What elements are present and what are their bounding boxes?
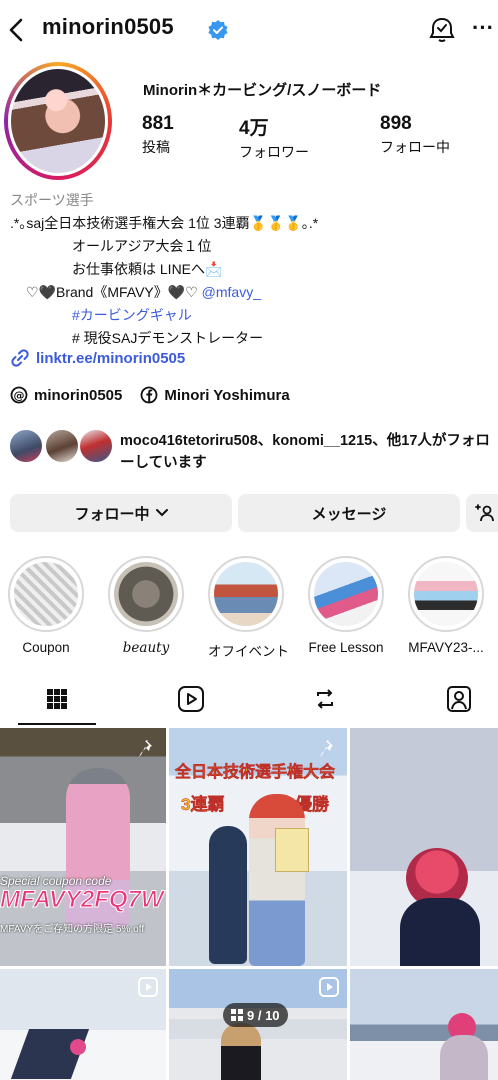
highlight-coupon[interactable]: Coupon [8,556,84,655]
highlight-cover [414,562,478,626]
avatar [8,428,44,464]
tab-posts-grid[interactable] [42,684,72,714]
bio-line: お仕事依頼は LINEへ📩 [72,261,223,277]
chevron-down-icon [155,509,168,517]
post-tile[interactable] [350,969,498,1080]
certificate [275,828,309,872]
snowboard [209,826,247,964]
stat-label: 投稿 [142,139,170,155]
verified-badge-icon [208,20,228,40]
post-figure [249,794,305,966]
back-button[interactable] [2,14,30,46]
tab-tagged[interactable] [444,684,474,714]
post-tile[interactable]: Special coupon code MFAVY2FQ7W MFAVYをご存知… [0,728,166,966]
tab-reels[interactable] [176,684,206,714]
profile-category: スポーツ選手 [10,192,94,208]
link-icon [11,349,29,367]
stat-value: 898 [380,113,412,134]
repost-icon [317,689,333,709]
highlight-label: beauty [122,640,170,656]
highlight-label: Coupon [22,640,70,655]
message-button[interactable]: メッセージ [238,494,460,532]
highlight-cover [214,562,278,626]
stat-label: フォロワー [239,144,309,160]
add-user-button[interactable] [466,494,498,532]
carousel-counter: 9 / 10 [223,1003,288,1027]
display-name: Minorin＊カービング/スノーボード [143,82,382,99]
grid-icon [47,689,67,709]
threads-icon [429,17,455,42]
stat-posts[interactable]: 881 投稿 [142,113,174,157]
highlight-cover [114,562,178,626]
avatar [78,428,114,464]
bio-mention-link[interactable]: @mfavy_ [202,284,261,300]
highlight-mfavy23[interactable]: MFAVY23-... [408,556,484,655]
highlight-cover [14,562,78,626]
threads-logo-icon: @ [10,386,28,404]
post-tile[interactable]: 9 / 10 [169,969,347,1080]
pin-icon [320,740,333,757]
bio-hashtag-link[interactable]: #カービングギャル [72,305,192,325]
avatar [44,428,80,464]
tab-reposts[interactable] [310,684,340,714]
link-text: linktr.ee/minorin0505 [36,349,186,367]
profile-external-link[interactable]: linktr.ee/minorin0505 [10,348,185,368]
more-horizontal-icon: ··· [472,15,494,40]
selected-tab-indicator [18,723,96,725]
profile-tabs [0,676,498,728]
bio-line: オールアジア大会１位 [72,238,212,254]
post-figure [221,1023,261,1080]
highlight-beauty[interactable]: beauty [108,556,184,656]
bio-line: .*｡saj全日本技術選手権大会 1位 3連覇🥇🥇🥇｡.* [10,215,319,231]
coupon-code: MFAVY2FQ7W [0,886,164,914]
facebook-name[interactable]: Minori Yoshimura [164,387,289,404]
stat-label: フォロー中 [380,139,450,155]
message-label: メッセージ [311,505,387,523]
highlight-label: Free Lesson [308,640,384,655]
tagged-icon [447,686,471,712]
carousel-icon [231,1009,243,1021]
reel-indicator-icon [319,977,339,997]
stat-following[interactable]: 898 フォロー中 [380,113,450,157]
pin-icon [139,740,152,757]
bio-line: # 現役SAJデモンストレーター [72,330,264,346]
add-person-icon [475,504,494,522]
top-bar: minorin0505 ··· [0,0,498,60]
avatar-image [11,69,105,173]
facebook-icon [140,386,158,404]
threads-button[interactable] [428,16,456,44]
highlight-cover [314,562,378,626]
highlight-label: オフイベント [208,644,289,659]
reel-indicator-icon [138,977,158,997]
post-figure [400,898,480,966]
chevron-left-icon [9,18,23,42]
stat-value: 881 [142,113,174,134]
posts-grid: Special coupon code MFAVY2FQ7W MFAVYをご存知… [0,728,498,1080]
post-title: 全日本技術選手権大会 [175,764,336,782]
profile-username-title: minorin0505 [42,14,174,39]
svg-text:@: @ [14,389,25,402]
coupon-sub-caption: MFAVYをご存知の方限定 5% off [0,924,145,935]
post-caption-left: 3連覇 [181,795,225,815]
post-tile[interactable] [350,728,498,966]
more-options-button[interactable]: ··· [470,16,496,44]
mutual-followers-text[interactable]: moco416tetoriru508、konomi__1215、他17人がフォロ… [120,430,495,474]
highlight-free-lesson[interactable]: Free Lesson [308,556,384,655]
threads-handle[interactable]: minorin0505 [34,387,122,404]
following-label: フォロー中 [74,505,150,523]
post-figure [440,1035,488,1080]
highlight-off-event[interactable]: オフイベント [208,556,289,660]
bio-line: ♡🖤Brand《MFAVY》🖤♡ @mfavy_ [26,282,261,302]
post-tile[interactable]: 全日本技術選手権大会 3連覇 優勝 [169,728,347,966]
highlight-label: MFAVY23-... [408,640,484,655]
social-handles: @ minorin0505 Minori Yoshimura [10,386,290,404]
profile-avatar[interactable] [4,62,112,180]
carousel-counter-text: 9 / 10 [247,1007,280,1023]
stat-followers[interactable]: 4万 フォロワー [239,113,309,162]
bio-brand-text: ♡🖤Brand《MFAVY》🖤♡ [26,284,202,300]
stat-value: 4万 [239,118,269,139]
following-button[interactable]: フォロー中 [10,494,232,532]
post-tile[interactable] [0,969,166,1080]
reels-icon [178,686,204,712]
